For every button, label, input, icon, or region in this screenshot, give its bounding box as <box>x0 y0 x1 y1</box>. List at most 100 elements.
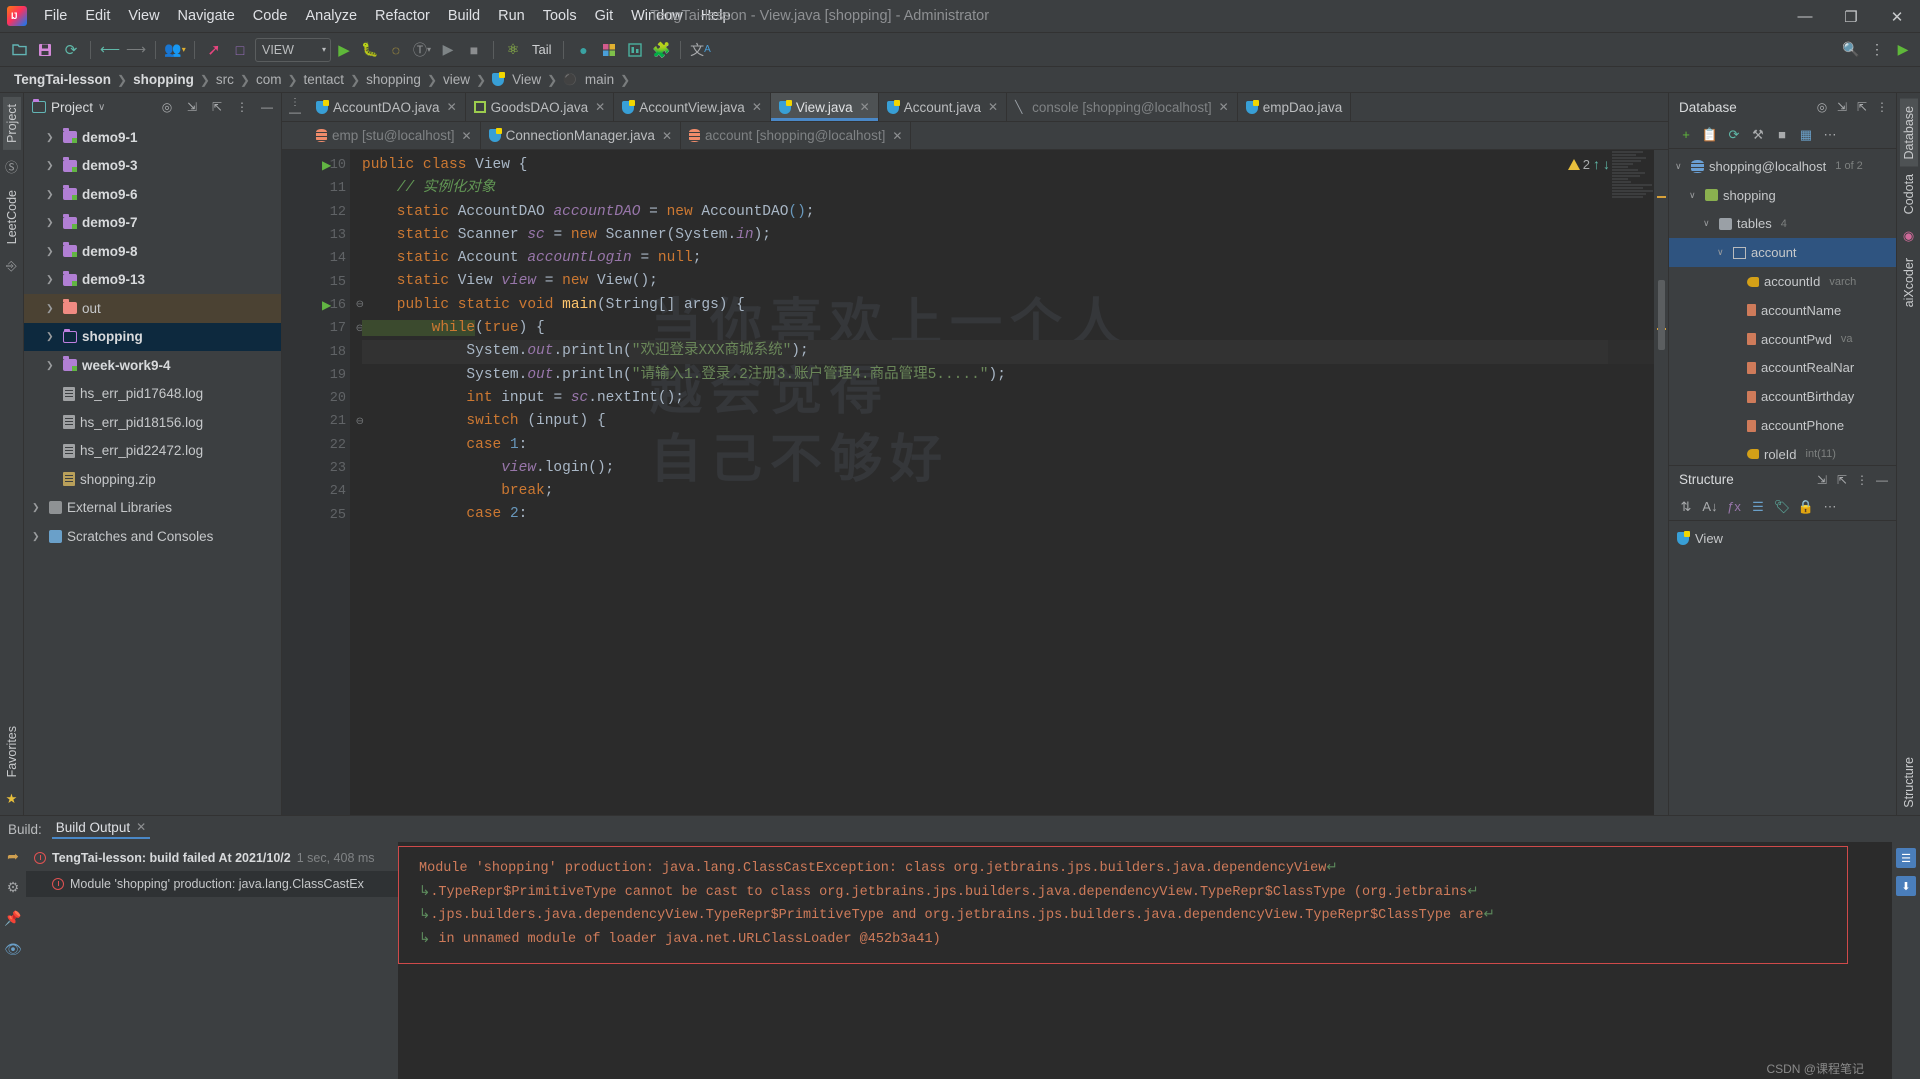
build-tree[interactable]: TengTai-lesson: build failed At 2021/10/… <box>26 842 398 1079</box>
code-line[interactable]: int input = sc.nextInt(); <box>362 387 1654 410</box>
eye-icon[interactable]: 👁 <box>4 941 22 958</box>
code-editor[interactable]: 10▶111213141516▶⊖17⊖18192021⊖22232425 当你… <box>282 150 1668 815</box>
code-line[interactable]: switch (input) { <box>362 410 1654 433</box>
editor-tab-accountdao[interactable]: AccountDAO.java✕ <box>308 93 466 121</box>
breadcrumb-item-view[interactable]: view <box>439 72 474 87</box>
code-line[interactable]: break; <box>362 480 1654 503</box>
stop-icon[interactable]: ■ <box>1771 124 1793 146</box>
translate-icon[interactable]: 文A <box>687 37 713 63</box>
structure-root-item[interactable]: View <box>1669 525 1896 551</box>
database-icon[interactable]: ● <box>570 37 596 63</box>
tree-item-demo9-7[interactable]: ❯demo9-7 <box>24 209 281 238</box>
download-icon[interactable]: ⬇ <box>1896 876 1916 896</box>
tree-item-demo9-6[interactable]: ❯demo9-6 <box>24 180 281 209</box>
rail-tab-database[interactable]: Database <box>1900 99 1918 167</box>
pin-icon[interactable]: 📌 <box>4 910 21 927</box>
gutter-line[interactable]: 16▶⊖ <box>282 294 350 317</box>
collapse-all-icon[interactable]: ⇱ <box>1852 97 1872 117</box>
chevron-right-icon[interactable]: ❯ <box>46 189 58 200</box>
save-icon[interactable] <box>32 37 58 63</box>
db-tree-item-shopping-localhost[interactable]: ∨shopping@localhost1 of 2 <box>1669 152 1896 181</box>
close-tab-icon[interactable]: ✕ <box>662 129 672 143</box>
tree-item-demo9-13[interactable]: ❯demo9-13 <box>24 266 281 295</box>
more-options-icon[interactable]: ⋮ <box>1864 37 1890 63</box>
close-tab-icon[interactable]: ✕ <box>988 100 998 114</box>
db-tree-item-account[interactable]: ∨account <box>1669 238 1896 267</box>
code-line[interactable]: System.out.println("请输入1.登录.2注册3.账户管理4.商… <box>362 364 1654 387</box>
code-line[interactable]: static AccountDAO accountDAO = new Accou… <box>362 201 1654 224</box>
tag-icon[interactable]: 🏷 <box>1771 496 1793 518</box>
main-menu[interactable]: File Edit View Navigate Code Analyze Ref… <box>35 0 740 32</box>
menu-navigate[interactable]: Navigate <box>169 0 244 33</box>
panel-options-icon[interactable]: ⋮ <box>1872 97 1892 117</box>
chart-icon[interactable] <box>622 37 648 63</box>
tree-item-log-18156[interactable]: hs_err_pid18156.log <box>24 408 281 437</box>
copy-icon[interactable]: 📋 <box>1699 124 1721 146</box>
rerun-icon[interactable]: ▶ <box>435 37 461 63</box>
rail-tab-leetcode[interactable]: LeetCode <box>3 183 21 251</box>
prev-problem-icon[interactable]: ↑ <box>1593 156 1600 172</box>
inspection-widget[interactable]: 2 ↑ ↓ <box>1568 156 1610 172</box>
stop-box-icon[interactable]: □ <box>227 37 253 63</box>
tree-item-log-17648[interactable]: hs_err_pid17648.log <box>24 380 281 409</box>
close-tab-icon[interactable]: ✕ <box>136 820 146 834</box>
list-icon[interactable]: ☰ <box>1896 848 1916 868</box>
rail-tab-favorites[interactable]: Favorites <box>3 719 21 784</box>
menu-refactor[interactable]: Refactor <box>366 0 439 33</box>
editor-tab-accountview[interactable]: AccountView.java✕ <box>614 93 771 121</box>
navigate-back-icon[interactable]: ⟵ <box>97 37 123 63</box>
line-number-gutter[interactable]: 10▶111213141516▶⊖17⊖18192021⊖22232425 <box>282 150 350 815</box>
code-line[interactable]: public static void main(String[] args) { <box>362 294 1654 317</box>
atom-icon[interactable]: ⚛ <box>500 37 526 63</box>
tree-item-week-work9-4[interactable]: ❯week-work9-4 <box>24 351 281 380</box>
tree-item-shopping-zip[interactable]: shopping.zip <box>24 465 281 494</box>
chevron-right-icon[interactable]: ❯ <box>46 132 58 143</box>
breadcrumb-item-tentact[interactable]: tentact <box>300 72 349 87</box>
breadcrumb-item-class[interactable]: View <box>508 72 545 87</box>
gutter-line[interactable]: 22 <box>282 434 350 457</box>
navigate-forward-icon[interactable]: ⟶ <box>123 37 149 63</box>
gutter-line[interactable]: 25 <box>282 503 350 526</box>
chevron-right-icon[interactable]: ❯ <box>46 217 58 228</box>
plugin-icon[interactable]: 🧩 <box>648 37 674 63</box>
hide-panel-icon[interactable]: — <box>257 97 277 117</box>
editor-tab-empdao[interactable]: empDao.java <box>1238 93 1352 121</box>
star-icon[interactable]: ★ <box>6 791 18 807</box>
gutter-line[interactable]: 17⊖ <box>282 317 350 340</box>
maximize-button[interactable]: ❐ <box>1828 0 1874 33</box>
gutter-line[interactable]: 19 <box>282 364 350 387</box>
tree-item-demo9-1[interactable]: ❯demo9-1 <box>24 123 281 152</box>
close-tab-icon[interactable]: ✕ <box>892 129 902 143</box>
gutter-line[interactable]: 11 <box>282 177 350 200</box>
chevron-right-icon[interactable]: ❯ <box>46 303 58 314</box>
chevron-right-icon[interactable]: ❯ <box>32 531 44 542</box>
tab-build-output[interactable]: Build Output ✕ <box>52 820 150 839</box>
chevron-right-icon[interactable]: ❯ <box>46 331 58 342</box>
rail-tab-project[interactable]: Project <box>3 97 21 150</box>
gutter-line[interactable]: 18 <box>282 340 350 363</box>
minimize-button[interactable]: — <box>1782 0 1828 33</box>
breadcrumb-item-project[interactable]: TengTai-lesson <box>10 72 115 87</box>
rail-tab-structure[interactable]: Structure <box>1900 750 1918 815</box>
db-tree-item-accountname[interactable]: accountName <box>1669 296 1896 325</box>
menu-run[interactable]: Run <box>489 0 534 33</box>
locate-icon[interactable]: ◎ <box>1812 97 1832 117</box>
breadcrumb-item-module[interactable]: shopping <box>129 72 198 87</box>
next-problem-icon[interactable]: ↓ <box>1603 156 1610 172</box>
chevron-down-icon[interactable]: ∨ <box>98 102 105 113</box>
menu-analyze[interactable]: Analyze <box>296 0 366 33</box>
db-tree-item-accountid[interactable]: accountIdvarch <box>1669 267 1896 296</box>
breadcrumb-item-shopping[interactable]: shopping <box>362 72 425 87</box>
code-line[interactable]: // 实例化对象 <box>362 177 1654 200</box>
locate-file-icon[interactable]: ◎ <box>157 97 177 117</box>
code-line[interactable]: static Scanner sc = new Scanner(System.i… <box>362 224 1654 247</box>
profiler-icon[interactable]: Ⓣ▾ <box>409 37 435 63</box>
search-icon[interactable]: 🔍 <box>1838 37 1864 63</box>
project-tree[interactable]: ❯demo9-1 ❯demo9-3 ❯demo9-6 ❯demo9-7 ❯dem… <box>24 121 281 815</box>
breadcrumb-item-com[interactable]: com <box>252 72 286 87</box>
run-gutter-icon[interactable]: ▶ <box>322 158 331 173</box>
lock-icon[interactable]: 🔒 <box>1795 496 1817 518</box>
close-tab-icon[interactable]: ✕ <box>447 100 457 114</box>
rail-tab-aixcoder[interactable]: aiXcoder <box>1900 251 1918 314</box>
gutter-line[interactable]: 12 <box>282 201 350 224</box>
